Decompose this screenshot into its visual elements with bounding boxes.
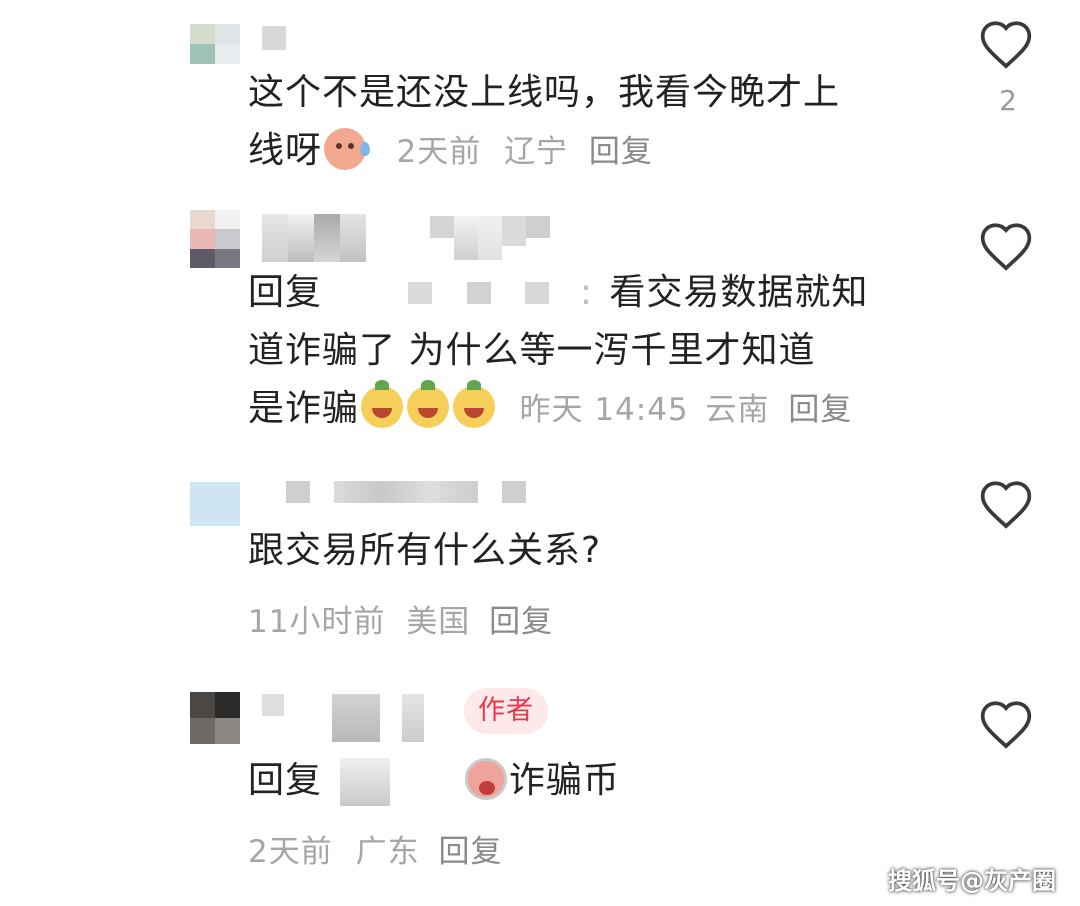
comment-location: 云南 — [705, 392, 770, 428]
avatar[interactable] — [190, 210, 240, 268]
comment-list: 这个不是还没上线吗，我看今晚才上 线呀 2天前 辽宁 回复 2 回复: 看交易… — [0, 0, 1080, 906]
mention-blurred — [525, 282, 550, 304]
comment-text-line: 是诈骗 — [248, 388, 360, 429]
heart-outline-icon[interactable] — [978, 18, 1034, 70]
avatar[interactable] — [190, 482, 240, 526]
comment-text: 回复 : 看交易数据就知 道诈骗了 为什么等一泻千里才知道 是诈骗 昨天 14:… — [248, 264, 928, 439]
comment-text-line: 线呀 — [248, 130, 323, 171]
comment-location: 广东 — [355, 834, 420, 870]
sweat-smile-emoji-icon — [324, 128, 371, 170]
username-blurred[interactable] — [262, 26, 286, 50]
heart-outline-icon[interactable] — [978, 698, 1034, 750]
username-blurred[interactable] — [286, 481, 526, 503]
comment-text-line: 诈骗币 — [508, 760, 620, 801]
comment-meta: 11小时前 美国 回复 — [248, 596, 553, 641]
username-blurred[interactable] — [262, 694, 424, 742]
heart-outline-icon[interactable] — [978, 478, 1034, 530]
mention-blurred — [466, 282, 491, 304]
heart-outline-icon[interactable] — [978, 220, 1034, 272]
comment-time: 昨天 14:45 — [519, 392, 689, 428]
cry-emoji-icon — [464, 758, 507, 800]
grin-emoji-icon — [407, 380, 450, 428]
like-count: 2 — [999, 84, 1017, 117]
comment-meta: 2天前 广东 回复 — [248, 826, 502, 871]
comment-text: 这个不是还没上线吗，我看今晚才上 线呀 2天前 辽宁 回复 — [248, 64, 928, 181]
username-blurred[interactable] — [262, 214, 366, 262]
comment-text-line: 这个不是还没上线吗，我看今晚才上 — [248, 72, 841, 113]
watermark: 搜狐号@灰产圈 — [888, 867, 1056, 895]
grin-emoji-icon — [361, 380, 404, 428]
author-badge: 作者 — [464, 688, 548, 734]
reply-button[interactable]: 回复 — [438, 834, 502, 870]
comment-text-line: 道诈骗了 为什么等一泻千里才知道 — [248, 330, 816, 371]
comment-location: 辽宁 — [504, 134, 569, 170]
comment-time: 2天前 — [248, 834, 333, 870]
comment-text-line: 跟交易所有什么关系? — [248, 530, 602, 571]
comment-text: 跟交易所有什么关系? — [248, 522, 928, 580]
grin-emoji-icon — [453, 380, 496, 428]
comment-time: 2天前 — [396, 134, 482, 170]
username-blurred[interactable] — [430, 216, 550, 260]
reply-prefix: 回复 — [248, 760, 323, 801]
comment-time: 11小时前 — [248, 604, 386, 640]
comment-text: 回复 诈骗币 — [248, 752, 928, 810]
avatar[interactable] — [190, 692, 240, 744]
mention-blurred[interactable] — [408, 282, 433, 304]
comment-location: 美国 — [406, 604, 471, 640]
reply-prefix: 回复 — [248, 272, 323, 313]
reply-button[interactable]: 回复 — [489, 604, 553, 640]
reply-button[interactable]: 回复 — [788, 392, 852, 428]
mention-blurred[interactable] — [340, 758, 391, 806]
comment-text-line: 看交易数据就知 — [609, 272, 869, 313]
reply-button[interactable]: 回复 — [589, 134, 653, 170]
avatar[interactable] — [190, 24, 240, 64]
